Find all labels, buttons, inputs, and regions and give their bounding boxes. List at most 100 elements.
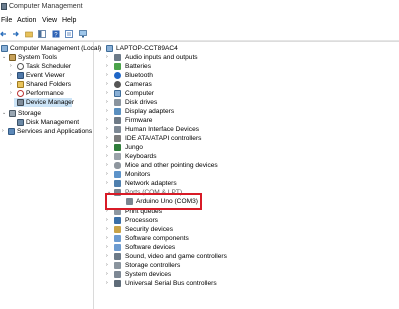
device-category[interactable]: › Software devices — [106, 243, 394, 252]
chevron-right-icon[interactable]: › — [10, 62, 15, 71]
chevron-down-icon[interactable]: ⌄ — [2, 109, 7, 118]
device-category[interactable]: › Batteries — [106, 62, 394, 71]
computer-icon — [1, 45, 8, 52]
chevron-right-icon[interactable]: › — [106, 243, 111, 252]
show-hide-tree-icon[interactable] — [38, 30, 46, 38]
chevron-right-icon[interactable]: › — [106, 216, 111, 225]
firmware-icon — [114, 117, 121, 124]
tree-item-disk-management[interactable]: Disk Management — [0, 118, 93, 127]
device-category[interactable]: › Software components — [106, 234, 394, 243]
services-icon — [8, 128, 15, 135]
event-viewer-icon — [17, 72, 24, 79]
software-component-icon — [114, 235, 121, 242]
monitor-icon[interactable] — [79, 30, 87, 38]
device-category[interactable]: › Computer — [106, 89, 394, 98]
ide-controller-icon — [114, 135, 121, 142]
chevron-right-icon[interactable]: › — [106, 152, 111, 161]
chevron-right-icon[interactable]: › — [106, 170, 111, 179]
device-category[interactable]: › Cameras — [106, 80, 394, 89]
keyboard-icon — [114, 153, 121, 160]
menu-view[interactable]: View — [42, 17, 57, 24]
device-category[interactable]: › IDE ATA/ATAPI controllers — [106, 134, 394, 143]
chevron-right-icon[interactable]: › — [10, 71, 15, 80]
chevron-right-icon[interactable]: › — [2, 127, 7, 136]
chevron-right-icon[interactable]: › — [106, 261, 111, 270]
navigation-tree: Computer Management (Local) ⌄ System Too… — [0, 42, 101, 309]
up-folder-icon[interactable] — [25, 30, 33, 38]
chevron-right-icon[interactable]: › — [106, 225, 111, 234]
performance-icon — [17, 90, 24, 97]
usb-icon — [114, 280, 121, 287]
device-category[interactable]: › Firmware — [106, 116, 394, 125]
chevron-right-icon[interactable]: › — [106, 98, 111, 107]
chevron-right-icon[interactable]: › — [106, 89, 111, 98]
storage-icon — [9, 110, 16, 117]
device-category[interactable]: › Mice and other pointing devices — [106, 161, 394, 170]
chevron-right-icon[interactable]: › — [106, 71, 111, 80]
chevron-down-icon[interactable]: ⌄ — [2, 53, 7, 62]
chevron-right-icon[interactable]: › — [106, 116, 111, 125]
device-category[interactable]: › Keyboards — [106, 152, 394, 161]
processor-icon — [114, 217, 121, 224]
menu-file[interactable]: File — [1, 17, 12, 24]
disk-icon — [17, 119, 24, 126]
chevron-right-icon[interactable]: › — [106, 125, 111, 134]
tree-item-device-manager[interactable]: Device Manager — [14, 98, 74, 107]
device-category[interactable]: › Security devices — [106, 225, 394, 234]
chevron-right-icon[interactable]: › — [106, 270, 111, 279]
window-title: Computer Management — [9, 3, 83, 10]
speaker-icon — [114, 54, 121, 61]
menu-action[interactable]: Action — [17, 17, 36, 24]
forward-arrow-icon[interactable] — [11, 30, 19, 38]
tools-icon — [9, 54, 16, 61]
device-category[interactable]: › Audio inputs and outputs — [106, 53, 394, 62]
network-adapter-icon — [114, 180, 121, 187]
properties-icon[interactable] — [65, 30, 73, 38]
device-manager-icon — [17, 99, 24, 106]
tree-root[interactable]: Computer Management (Local) — [0, 44, 101, 53]
chevron-right-icon[interactable]: › — [106, 143, 111, 152]
device-category[interactable]: › System devices — [106, 270, 394, 279]
computer-management-icon — [1, 3, 7, 10]
chevron-right-icon[interactable]: › — [106, 179, 111, 188]
device-category[interactable]: › Human Interface Devices — [106, 125, 394, 134]
tree-item-storage[interactable]: ⌄ Storage — [0, 109, 93, 118]
device-tree-root[interactable]: ⌄ LAPTOP-CCT89AC4 — [96, 44, 396, 53]
chevron-right-icon[interactable]: › — [106, 134, 111, 143]
chevron-right-icon[interactable]: › — [106, 234, 111, 243]
chevron-right-icon[interactable]: › — [10, 80, 15, 89]
device-category[interactable]: › Display adapters — [106, 107, 394, 116]
menu-help[interactable]: Help — [62, 17, 76, 24]
chevron-right-icon[interactable]: › — [10, 89, 15, 98]
device-category[interactable]: › Disk drives — [106, 98, 394, 107]
chevron-right-icon[interactable]: › — [106, 107, 111, 116]
device-category[interactable]: › Monitors — [106, 170, 394, 179]
chevron-right-icon[interactable]: › — [106, 62, 111, 71]
tree-item-performance[interactable]: › Performance — [0, 89, 93, 98]
chevron-right-icon[interactable]: › — [106, 279, 111, 288]
device-category[interactable]: › Processors — [106, 216, 394, 225]
title-bar: Computer Management — [0, 0, 399, 14]
chevron-down-icon[interactable]: ⌄ — [98, 44, 103, 53]
device-category[interactable]: › Universal Serial Bus controllers — [106, 279, 394, 288]
hid-icon — [114, 126, 121, 133]
chevron-right-icon[interactable]: › — [106, 80, 111, 89]
storage-controller-icon — [114, 262, 121, 269]
tree-item-system-tools[interactable]: ⌄ System Tools — [0, 53, 93, 62]
tree-item-shared-folders[interactable]: › Shared Folders — [0, 80, 93, 89]
tree-item-services-applications[interactable]: › Services and Applications — [0, 127, 93, 136]
device-category[interactable]: › Network adapters — [106, 179, 394, 188]
menu-bar: File Action View Help — [0, 16, 399, 27]
chevron-right-icon[interactable]: › — [106, 161, 111, 170]
tree-item-event-viewer[interactable]: › Event Viewer — [0, 71, 93, 80]
chevron-right-icon[interactable]: › — [106, 53, 111, 62]
device-category[interactable]: › Bluetooth — [106, 71, 394, 80]
device-category[interactable]: › Jungo — [106, 143, 394, 152]
chevron-right-icon[interactable]: › — [106, 252, 111, 261]
tree-item-task-scheduler[interactable]: › Task Scheduler — [0, 62, 93, 71]
bluetooth-icon — [114, 72, 121, 79]
device-category[interactable]: › Sound, video and game controllers — [106, 252, 394, 261]
device-category[interactable]: › Storage controllers — [106, 261, 394, 270]
help-icon[interactable]: ? — [52, 30, 60, 38]
back-arrow-icon[interactable] — [0, 30, 8, 38]
